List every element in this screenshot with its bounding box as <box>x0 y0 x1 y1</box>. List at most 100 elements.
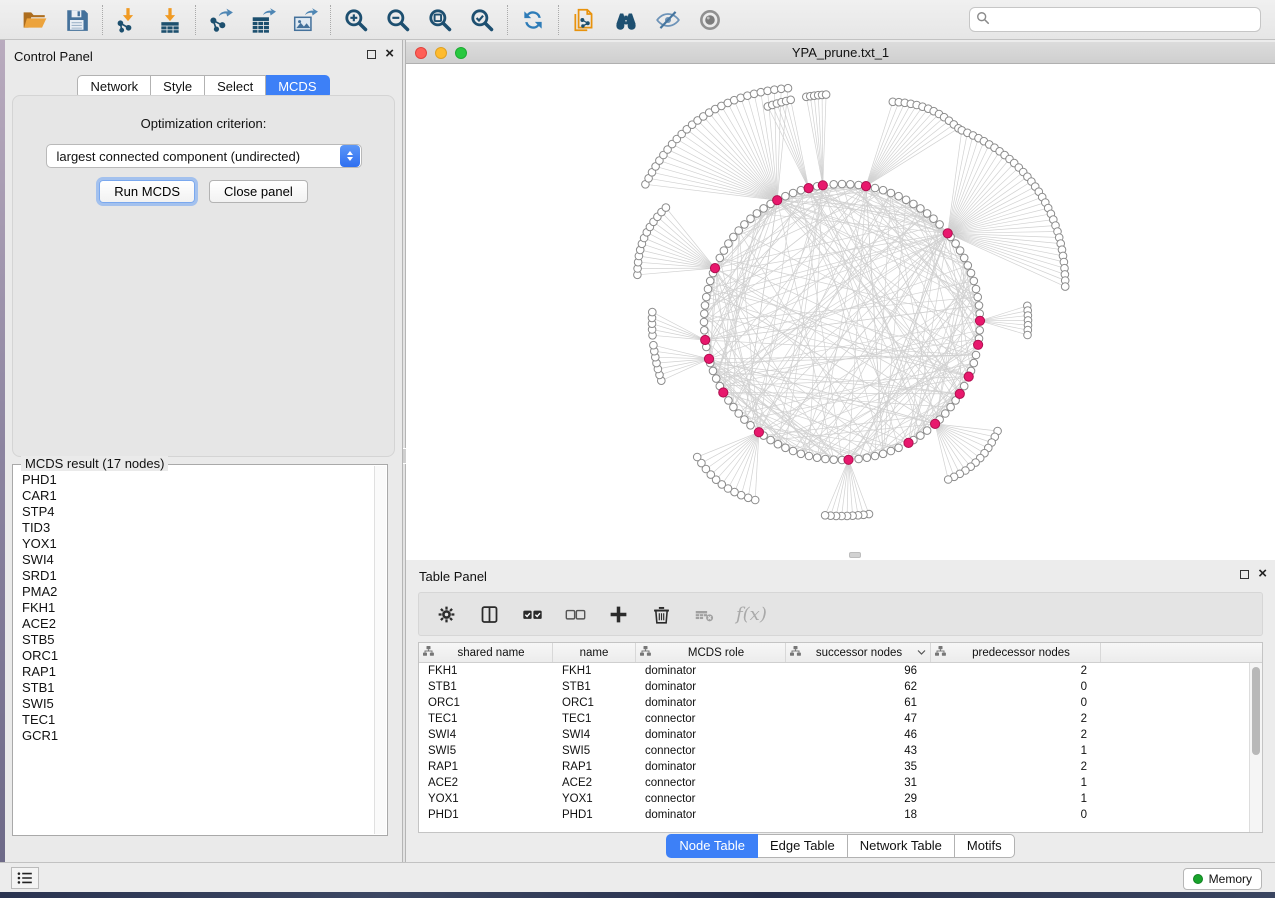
mcds-result-item[interactable]: STB1 <box>22 680 374 696</box>
table-toolbar: f(x) <box>418 592 1263 636</box>
table-row[interactable]: RAP1RAP1dominator352 <box>419 759 1249 775</box>
mcds-result-item[interactable]: TID3 <box>22 520 374 536</box>
export-network-icon[interactable] <box>207 6 235 34</box>
column-label: shared name <box>434 647 548 659</box>
column-settings-gear-icon[interactable] <box>435 603 457 625</box>
tab-node-table[interactable]: Node Table <box>666 834 758 858</box>
table-scrollbar-thumb[interactable] <box>1252 667 1260 755</box>
mcds-result-item[interactable]: SWI5 <box>22 696 374 712</box>
mcds-result-item[interactable]: STP4 <box>22 504 374 520</box>
optimization-criterion-dropdown[interactable]: largest connected component (undirected) <box>46 144 362 168</box>
deselect-all-checkboxes-icon[interactable] <box>564 603 586 625</box>
show-columns-icon[interactable] <box>478 603 500 625</box>
open-folder-icon[interactable] <box>21 6 49 34</box>
column-header-predecessor-nodes[interactable]: predecessor nodes <box>931 643 1101 662</box>
export-image-icon[interactable] <box>291 6 319 34</box>
export-table-icon[interactable] <box>249 6 277 34</box>
mcds-result-item[interactable]: CAR1 <box>22 488 374 504</box>
save-session-icon[interactable] <box>63 6 91 34</box>
window-minimize-icon[interactable] <box>435 47 447 59</box>
float-panel-icon[interactable] <box>367 50 376 59</box>
table-row[interactable]: SWI4SWI4dominator462 <box>419 727 1249 743</box>
mcds-result-item[interactable]: ACE2 <box>22 616 374 632</box>
show-eye-icon[interactable] <box>696 6 724 34</box>
zoom-selected-icon[interactable] <box>468 6 496 34</box>
network-graph <box>406 64 1275 560</box>
control-panel-title: Control Panel <box>14 49 93 64</box>
zoom-out-icon[interactable] <box>384 6 412 34</box>
search-input[interactable] <box>995 12 1254 27</box>
cell-MCDS-role: dominator <box>636 679 786 695</box>
delete-table-icon <box>693 603 715 625</box>
column-header-name[interactable]: name <box>553 643 636 662</box>
mcds-result-item[interactable]: STB5 <box>22 632 374 648</box>
table-row[interactable]: STB1STB1dominator620 <box>419 679 1249 695</box>
network-document-share-icon[interactable] <box>570 6 598 34</box>
tab-network-table[interactable]: Network Table <box>848 834 955 858</box>
table-scrollbar[interactable] <box>1249 663 1262 832</box>
column-label: predecessor nodes <box>946 647 1096 659</box>
cell-successor-nodes: 47 <box>786 711 931 727</box>
task-history-list-icon[interactable] <box>11 867 39 889</box>
table-row[interactable]: ORC1ORC1dominator610 <box>419 695 1249 711</box>
memory-button[interactable]: Memory <box>1183 868 1262 890</box>
close-panel-icon[interactable]: × <box>385 48 394 60</box>
node-table: shared name nameMCDS rolesuccessor nodes p… <box>418 642 1263 833</box>
close-table-panel-icon[interactable]: × <box>1258 568 1267 580</box>
binoculars-search-icon[interactable] <box>612 6 640 34</box>
run-mcds-button[interactable]: Run MCDS <box>99 180 195 203</box>
column-header-MCDS-role[interactable]: MCDS role <box>636 643 786 662</box>
network-search-box <box>969 7 1261 32</box>
cell-name: SWI5 <box>553 743 636 759</box>
mcds-result-item[interactable]: FKH1 <box>22 600 374 616</box>
table-row[interactable]: ACE2ACE2connector311 <box>419 775 1249 791</box>
close-panel-button[interactable]: Close panel <box>209 180 308 203</box>
table-row[interactable]: TEC1TEC1connector472 <box>419 711 1249 727</box>
select-all-checkboxes-icon[interactable] <box>521 603 543 625</box>
mcds-result-list: PHD1CAR1STP4TID3YOX1SWI4SRD1PMA2FKH1ACE2… <box>14 468 374 834</box>
table-row[interactable]: YOX1YOX1connector291 <box>419 791 1249 807</box>
float-table-panel-icon[interactable] <box>1240 570 1249 579</box>
hide-eye-icon[interactable] <box>654 6 682 34</box>
cell-shared-name: SWI5 <box>419 743 553 759</box>
mcds-result-item[interactable]: GCR1 <box>22 728 374 744</box>
add-column-icon[interactable] <box>607 603 629 625</box>
mcds-result-item[interactable]: PHD1 <box>22 472 374 488</box>
mcds-result-item[interactable]: TEC1 <box>22 712 374 728</box>
import-table-icon[interactable] <box>156 6 184 34</box>
mcds-result-item[interactable]: ORC1 <box>22 648 374 664</box>
zoom-in-icon[interactable] <box>342 6 370 34</box>
zoom-fit-content-icon[interactable] <box>426 6 454 34</box>
tab-motifs[interactable]: Motifs <box>955 834 1015 858</box>
import-network-icon[interactable] <box>114 6 142 34</box>
window-close-icon[interactable] <box>415 47 427 59</box>
cell-MCDS-role: dominator <box>636 727 786 743</box>
cell-successor-nodes: 18 <box>786 807 931 823</box>
network-canvas[interactable] <box>406 64 1275 560</box>
mcds-list-scrollbar[interactable] <box>374 466 386 834</box>
table-panel-tabs: Node TableEdge TableNetwork TableMotifs <box>406 834 1275 858</box>
cell-predecessor-nodes: 2 <box>931 759 1101 775</box>
tab-edge-table[interactable]: Edge Table <box>758 834 848 858</box>
table-body: FKH1FKH1dominator962STB1STB1dominator620… <box>419 663 1249 832</box>
window-zoom-icon[interactable] <box>455 47 467 59</box>
mcds-result-item[interactable]: PMA2 <box>22 584 374 600</box>
column-header-successor-nodes[interactable]: successor nodes <box>786 643 931 662</box>
mcds-result-item[interactable]: YOX1 <box>22 536 374 552</box>
cell-MCDS-role: dominator <box>636 663 786 679</box>
table-row[interactable]: SWI5SWI5connector431 <box>419 743 1249 759</box>
mcds-result-item[interactable]: SRD1 <box>22 568 374 584</box>
table-row[interactable]: PHD1PHD1dominator180 <box>419 807 1249 823</box>
table-row[interactable]: FKH1FKH1dominator962 <box>419 663 1249 679</box>
delete-columns-icon[interactable] <box>650 603 672 625</box>
cell-shared-name: ACE2 <box>419 775 553 791</box>
cell-shared-name: FKH1 <box>419 663 553 679</box>
column-header-shared-name[interactable]: shared name <box>419 643 553 662</box>
cell-successor-nodes: 46 <box>786 727 931 743</box>
mcds-result-item[interactable]: SWI4 <box>22 552 374 568</box>
control-panel: Control Panel × NetworkStyleSelectMCDS O… <box>5 40 402 862</box>
refresh-view-icon[interactable] <box>519 6 547 34</box>
canvas-splitter-grip[interactable] <box>849 552 861 558</box>
cell-predecessor-nodes: 0 <box>931 695 1101 711</box>
mcds-result-item[interactable]: RAP1 <box>22 664 374 680</box>
